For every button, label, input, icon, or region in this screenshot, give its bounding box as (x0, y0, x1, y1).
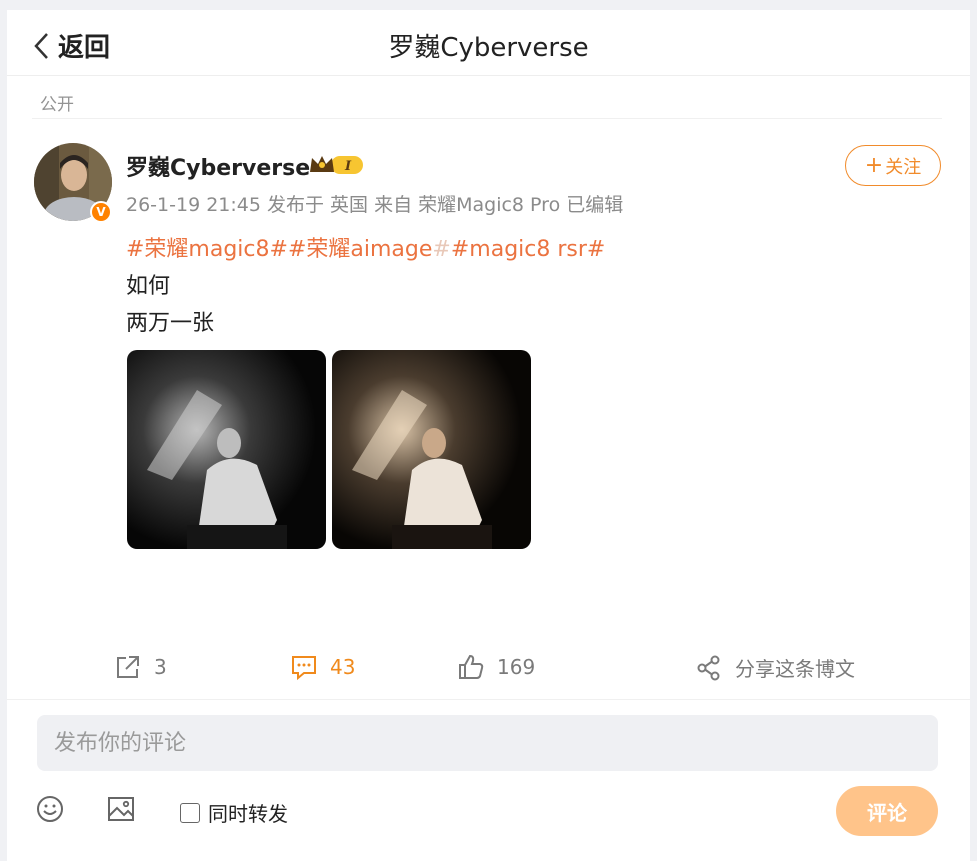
hashtag-link[interactable]: #荣耀aimage (288, 237, 432, 262)
smiley-icon (37, 796, 63, 822)
vip-crown-icon: I (310, 156, 363, 174)
submit-comment-button[interactable]: 评论 (836, 786, 938, 836)
hashtag-link[interactable]: # (432, 237, 450, 262)
image-icon (108, 797, 134, 821)
like-count: 169 (497, 655, 536, 679)
post-card: 返回 罗巍Cyberverse 公开 V 罗巍Cyberverse I 26-1… (7, 10, 970, 861)
hashtag-link[interactable]: #荣耀magic8# (126, 237, 288, 262)
post-image-1[interactable] (127, 350, 326, 549)
thumbs-up-icon (459, 654, 484, 679)
post-meta: 26-1-19 21:45 发布于 英国 来自 荣耀Magic8 Pro 已编辑 (126, 194, 624, 216)
page-title: 罗巍Cyberverse (388, 33, 589, 63)
comment-icon (292, 656, 316, 681)
share-button[interactable]: 分享这条博文 (695, 653, 855, 682)
post-text-line: 如何 (126, 274, 171, 299)
like-button[interactable]: 169 (457, 653, 535, 681)
post-hashtags: #荣耀magic8##荣耀aimage##magic8 rsr# (126, 231, 605, 263)
share-icon (697, 655, 720, 680)
top-bar: 返回 罗巍Cyberverse (7, 10, 970, 76)
emoji-button[interactable] (35, 794, 65, 824)
repost-button[interactable]: 3 (114, 653, 167, 681)
plus-icon: + (864, 152, 884, 178)
comment-input[interactable] (37, 715, 938, 771)
post-image-2[interactable] (332, 350, 531, 549)
comment-count: 43 (330, 655, 356, 679)
follow-button[interactable]: + 关注 (845, 145, 941, 186)
also-repost-checkbox[interactable]: 同时转发 (180, 798, 288, 827)
follow-label: 关注 (885, 156, 922, 178)
repost-count: 3 (154, 655, 167, 679)
share-label: 分享这条博文 (735, 657, 855, 681)
also-repost-label: 同时转发 (208, 802, 288, 826)
vip-level: I (344, 159, 352, 174)
hashtag-link[interactable]: #magic8 rsr# (451, 237, 606, 262)
comment-button[interactable]: 43 (290, 653, 355, 681)
checkbox-box[interactable] (180, 802, 200, 823)
divider (32, 118, 942, 119)
repost-icon (117, 656, 139, 678)
verified-badge-icon: V (90, 201, 112, 223)
post-text-line: 两万一张 (126, 311, 215, 336)
divider (7, 699, 970, 700)
author-name[interactable]: 罗巍Cyberverse (126, 150, 310, 182)
image-upload-button[interactable] (106, 794, 136, 824)
visibility-label: 公开 (40, 95, 74, 115)
